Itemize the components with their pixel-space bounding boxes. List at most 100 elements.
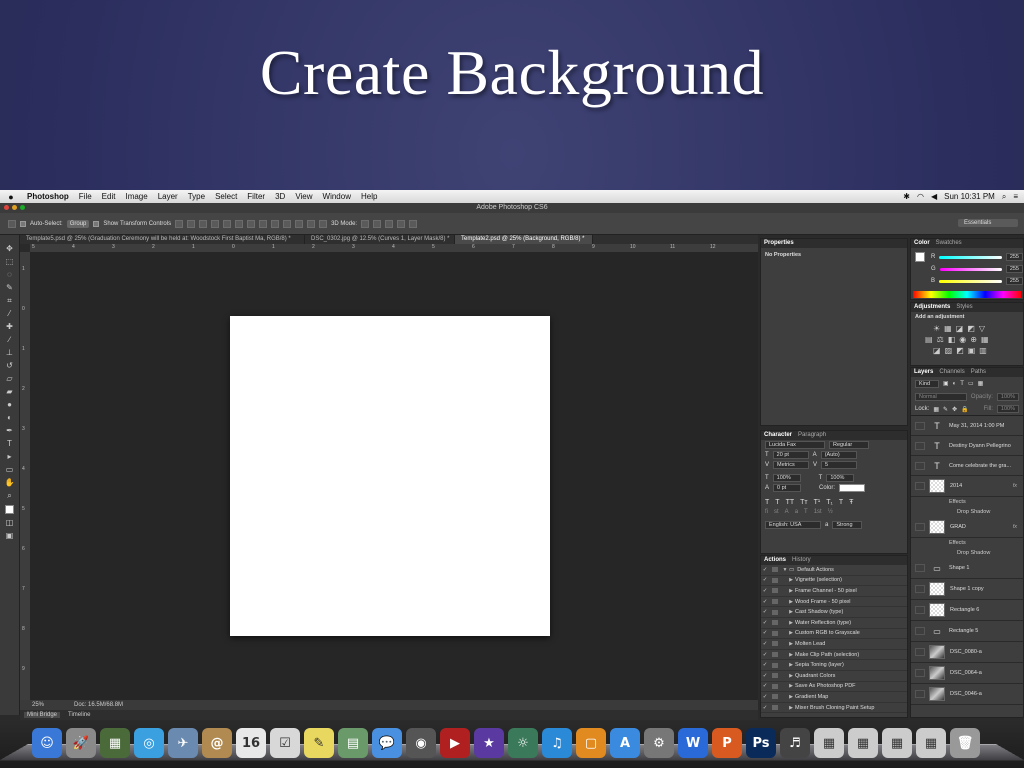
lock-pixels-icon[interactable]: ▦	[933, 406, 939, 413]
invert-icon[interactable]: ◪	[933, 346, 941, 355]
expand-arrow-icon[interactable]: ▶	[787, 662, 795, 668]
blur-tool-icon[interactable]: ●	[5, 401, 15, 409]
anti-alias-select[interactable]: Strong	[832, 521, 863, 529]
action-row[interactable]: ✓ ▶ Frame Channel - 50 pixel	[761, 586, 907, 597]
menu-item[interactable]: Filter	[242, 192, 270, 201]
blue-value[interactable]: 255	[1005, 277, 1023, 285]
wifi-icon[interactable]: ◠	[917, 192, 924, 201]
menu-item[interactable]: Help	[356, 192, 382, 201]
posterize-icon[interactable]: ▨	[945, 346, 953, 355]
visibility-toggle[interactable]	[915, 627, 925, 635]
zoom-window-icon[interactable]	[20, 205, 25, 210]
close-window-icon[interactable]	[4, 205, 9, 210]
align-right-icon[interactable]	[235, 219, 244, 228]
action-row[interactable]: ✓ ▶ Cast Shadow (type)	[761, 607, 907, 618]
dock-app-icon[interactable]: 16	[236, 728, 266, 758]
tab-layers[interactable]: Layers	[914, 368, 933, 377]
color-balance-icon[interactable]: ⚖	[937, 335, 944, 344]
screen-mode-icon[interactable]: ▣	[5, 532, 15, 540]
layer-row[interactable]: DSC_0064-a	[911, 663, 1023, 684]
tab-character[interactable]: Character	[764, 431, 792, 440]
threshold-icon[interactable]: ◩	[956, 346, 964, 355]
tab-dsc-0302[interactable]: DSC_0302.jpg @ 12.5% (Curves 1, Layer Ma…	[305, 235, 455, 244]
tab-styles[interactable]: Styles	[956, 303, 972, 312]
show-transform-checkbox[interactable]	[93, 220, 100, 227]
spotlight-icon[interactable]: ⌕	[1002, 192, 1006, 202]
superscript-icon[interactable]: T¹	[814, 499, 821, 506]
dock-app-icon[interactable]: Ps	[746, 728, 776, 758]
action-row[interactable]: ✓ ▶ Custom RGB to Grayscale	[761, 629, 907, 640]
selective-color-icon[interactable]: ▣	[968, 346, 976, 355]
underline-icon[interactable]: T	[839, 499, 843, 506]
horizontal-scale-field[interactable]: 100%	[826, 474, 855, 482]
action-row[interactable]: ✓ ▶ Wood Frame - 50 pixel	[761, 597, 907, 608]
all-caps-icon[interactable]: TT	[786, 499, 795, 506]
tab-mini-bridge[interactable]: Mini Bridge	[24, 712, 61, 718]
action-row[interactable]: ✓ ▶ Sepia Toning (layer)	[761, 660, 907, 671]
dock-app-icon[interactable]: ★	[474, 728, 504, 758]
expand-arrow-icon[interactable]: ▶	[787, 694, 795, 700]
action-check-icon[interactable]: ✓	[761, 620, 769, 626]
vertical-scale-field[interactable]: 100%	[772, 474, 801, 482]
fraction-icon[interactable]: ½	[828, 509, 833, 515]
dock-app-icon[interactable]: ♫	[542, 728, 572, 758]
dock-app-icon[interactable]: ⚙	[644, 728, 674, 758]
visibility-toggle[interactable]	[915, 421, 925, 430]
zoom-tool-icon[interactable]: ⌕	[5, 492, 15, 500]
fx-icon[interactable]: fx	[1013, 483, 1017, 489]
tab-properties[interactable]: Properties	[764, 239, 794, 248]
expand-arrow-icon[interactable]: ▶	[787, 620, 795, 626]
fx-icon[interactable]: fx	[1013, 524, 1017, 530]
layer-row[interactable]: T Destiny Dyann Pellegrino	[911, 436, 1023, 456]
dock-app-icon[interactable]: @	[202, 728, 232, 758]
foreground-color-box[interactable]	[915, 252, 925, 262]
dock-app-icon[interactable]: W	[678, 728, 708, 758]
dock-app-icon[interactable]: ▦	[848, 728, 878, 758]
tab-history[interactable]: History	[792, 556, 811, 565]
expand-arrow-icon[interactable]: ▶	[787, 599, 795, 605]
visibility-toggle[interactable]	[915, 606, 925, 614]
action-row[interactable]: ✓ ▶ Vignette (selection)	[761, 576, 907, 587]
distribute-top-icon[interactable]	[247, 219, 256, 228]
bw-icon[interactable]: ◧	[948, 335, 956, 344]
foreground-color-swatch[interactable]	[5, 505, 14, 514]
faux-italic-icon[interactable]: T	[775, 499, 779, 506]
action-set-row[interactable]: ✓ ▼ ▭ Default Actions	[761, 565, 907, 576]
expand-arrow-icon[interactable]: ▶	[787, 652, 795, 658]
dock-app-icon[interactable]: 💬	[372, 728, 402, 758]
tracking-field[interactable]: 5	[821, 461, 858, 469]
action-check-icon[interactable]: ✓	[761, 609, 769, 615]
action-row[interactable]: ✓ ▶ Water Reflection (type)	[761, 618, 907, 629]
history-brush-tool-icon[interactable]: ↺	[5, 362, 15, 370]
action-check-icon[interactable]: ✓	[761, 641, 769, 647]
gradient-tool-icon[interactable]: ▰	[5, 388, 15, 396]
quick-mask-icon[interactable]: ◫	[5, 519, 15, 527]
menu-item[interactable]: 3D	[270, 192, 290, 201]
levels-icon[interactable]: ▦	[944, 324, 952, 333]
action-dialog-toggle[interactable]	[772, 620, 778, 626]
action-check-icon[interactable]: ✓	[761, 683, 769, 689]
action-row[interactable]: ✓ ▶ Quadrant Colors	[761, 671, 907, 682]
font-family-select[interactable]: Lucida Fax	[765, 441, 825, 449]
action-check-icon[interactable]: ✓	[761, 567, 769, 573]
dock-app-icon[interactable]: ◉	[406, 728, 436, 758]
dock-app-icon[interactable]: ☼	[508, 728, 538, 758]
baseline-field[interactable]: 0 pt	[773, 484, 802, 492]
healing-tool-icon[interactable]: ✚	[5, 323, 15, 331]
action-dialog-toggle[interactable]	[772, 588, 778, 594]
strikethrough-icon[interactable]: Ŧ	[849, 499, 853, 506]
titling-icon[interactable]: T	[804, 509, 808, 515]
stamp-tool-icon[interactable]: ⊥	[5, 349, 15, 357]
tab-channels[interactable]: Channels	[939, 368, 964, 377]
hand-tool-icon[interactable]: ✋	[5, 479, 15, 487]
photo-filter-icon[interactable]: ◉	[959, 335, 966, 344]
dock-app-icon[interactable]: P	[712, 728, 742, 758]
action-row[interactable]: ✓ ▶ Gradient Map	[761, 692, 907, 703]
expand-arrow-icon[interactable]: ▶	[787, 705, 795, 711]
crop-tool-icon[interactable]: ⌗	[5, 297, 15, 305]
volume-icon[interactable]: ◀	[931, 192, 937, 201]
red-slider[interactable]	[939, 255, 1002, 259]
kerning-field[interactable]: Metrics	[773, 461, 810, 469]
action-dialog-toggle[interactable]	[772, 630, 778, 636]
tab-color[interactable]: Color	[914, 239, 930, 248]
